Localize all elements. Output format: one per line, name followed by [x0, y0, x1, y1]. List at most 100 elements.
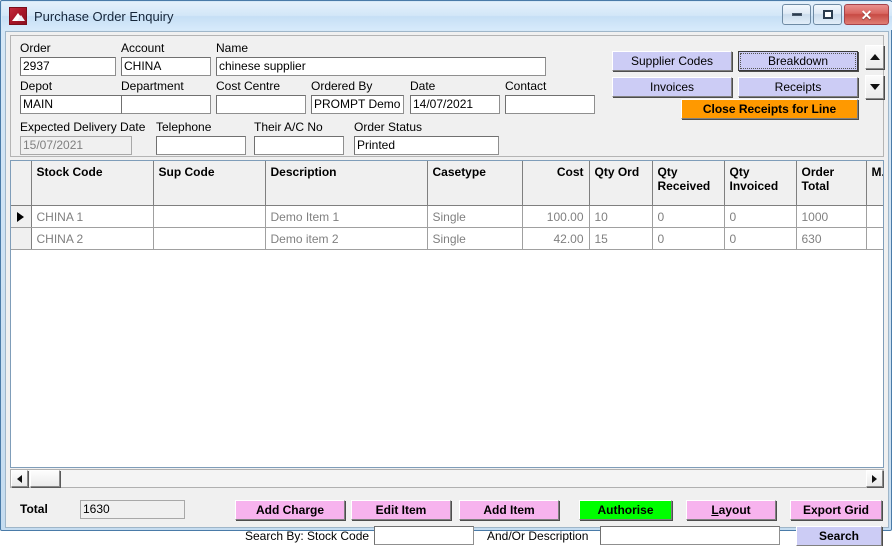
their-ac-no-field[interactable]: [254, 136, 344, 155]
cell-cost: 42.00: [522, 227, 590, 250]
telephone-field[interactable]: [156, 136, 246, 155]
ordered-by-field[interactable]: PROMPT Demo: [311, 95, 404, 114]
total-value-field: 1630: [80, 500, 185, 519]
scrollbar-thumb[interactable]: [30, 470, 60, 487]
row-selector[interactable]: [11, 227, 32, 250]
window-title: Purchase Order Enquiry: [34, 8, 174, 24]
layout-accel: L: [711, 503, 719, 517]
add-charge-button[interactable]: Add Charge: [235, 500, 345, 520]
order-header-panel: Order 2937 Account CHINA Name chinese su…: [10, 35, 884, 157]
scroll-up-button[interactable]: [865, 45, 884, 69]
label-account: Account: [121, 41, 165, 55]
scroll-left-button[interactable]: [11, 470, 28, 487]
grid-horizontal-scrollbar[interactable]: [10, 469, 884, 488]
order-status-field[interactable]: Printed: [354, 136, 499, 155]
invoices-button[interactable]: Invoices: [612, 77, 732, 97]
label-expected-delivery-date: Expected Delivery Date: [20, 120, 146, 134]
cell-qty-invoiced: 0: [724, 227, 797, 250]
breakdown-button-label: Breakdown: [740, 53, 856, 69]
label-ordered-by: Ordered By: [311, 79, 373, 93]
cell-stock-code: CHINA 2: [31, 227, 154, 250]
cell-cost: 100.00: [522, 205, 590, 228]
depot-field[interactable]: MAIN: [20, 95, 125, 114]
add-item-button[interactable]: Add Item: [459, 500, 559, 520]
export-grid-button[interactable]: Export Grid: [790, 500, 882, 520]
grid-col-qty-received[interactable]: Qty Received: [652, 161, 725, 206]
footer-toolbar: Total 1630 Add Charge Edit Item Add Item…: [6, 490, 890, 546]
order-lines-grid[interactable]: Stock Code Sup Code Description Casetype…: [10, 160, 884, 468]
breakdown-button[interactable]: Breakdown: [738, 51, 858, 71]
receipts-button[interactable]: Receipts: [738, 77, 858, 97]
cell-description: Demo Item 1: [265, 205, 428, 228]
scroll-right-button[interactable]: [866, 470, 883, 487]
maximize-icon: [822, 10, 833, 19]
cell-order-total: 1000: [796, 205, 867, 228]
label-name: Name: [216, 41, 249, 55]
date-field[interactable]: 14/07/2021: [410, 95, 500, 114]
search-stock-code-input[interactable]: [374, 526, 474, 545]
cell-sup-code: [153, 227, 266, 250]
contact-field[interactable]: [505, 95, 595, 114]
total-label: Total: [20, 502, 48, 516]
account-field[interactable]: CHINA: [121, 57, 211, 76]
close-icon: ✕: [860, 6, 873, 23]
grid-col-qty-invoiced[interactable]: Qty Invoiced: [724, 161, 797, 206]
grid-col-sup-code[interactable]: Sup Code: [153, 161, 266, 206]
minimize-button[interactable]: [782, 4, 811, 25]
layout-button-label: ayout: [718, 503, 751, 517]
edit-item-button[interactable]: Edit Item: [351, 500, 451, 520]
table-row[interactable]: CHINA 2 Demo item 2 Single 42.00 15 0 0 …: [11, 227, 883, 250]
cell-order-total: 630: [796, 227, 867, 250]
table-row[interactable]: CHINA 1 Demo Item 1 Single 100.00 10 0 0…: [11, 205, 883, 228]
cell-casetype: Single: [427, 227, 523, 250]
grid-col-m[interactable]: M.: [866, 161, 883, 206]
label-contact: Contact: [505, 79, 547, 93]
cell-m: [866, 205, 883, 228]
grid-col-selector: [11, 161, 32, 206]
cell-qty-ord: 15: [589, 227, 653, 250]
label-cost-centre: Cost Centre: [216, 79, 281, 93]
label-date: Date: [410, 79, 436, 93]
search-by-label: Search By: Stock Code: [245, 529, 370, 543]
cell-qty-received: 0: [652, 227, 725, 250]
minimize-icon: [791, 13, 802, 16]
grid-col-stock-code[interactable]: Stock Code: [31, 161, 154, 206]
window-controls: ✕: [782, 4, 889, 25]
application-window: Purchase Order Enquiry ✕ Order 2937 Acco…: [0, 0, 892, 546]
maximize-button[interactable]: [813, 4, 842, 25]
and-or-description-label: And/Or Description: [487, 529, 589, 543]
close-receipts-for-line-button[interactable]: Close Receipts for Line: [681, 99, 858, 119]
cost-centre-field[interactable]: [216, 95, 306, 114]
expected-delivery-date-field[interactable]: 15/07/2021: [20, 136, 132, 155]
triangle-down-icon: [869, 84, 880, 90]
label-department: Department: [121, 79, 184, 93]
mountain-logo-icon: [9, 7, 27, 25]
cell-qty-ord: 10: [589, 205, 653, 228]
order-field[interactable]: 2937: [20, 57, 116, 76]
layout-button[interactable]: Layout: [686, 500, 776, 520]
close-button[interactable]: ✕: [844, 4, 889, 25]
label-telephone: Telephone: [156, 120, 212, 134]
scroll-down-button[interactable]: [865, 75, 884, 99]
cell-qty-received: 0: [652, 205, 725, 228]
client-area: Order 2937 Account CHINA Name chinese su…: [5, 31, 890, 546]
search-button[interactable]: Search: [796, 526, 882, 546]
cell-m: [866, 227, 883, 250]
grid-col-qty-ord[interactable]: Qty Ord: [589, 161, 653, 206]
arrow-left-icon: [17, 474, 22, 483]
row-selector[interactable]: [11, 205, 32, 228]
grid-col-cost[interactable]: Cost: [522, 161, 590, 206]
name-field[interactable]: chinese supplier: [216, 57, 546, 76]
grid-col-description[interactable]: Description: [265, 161, 428, 206]
grid-header-row: Stock Code Sup Code Description Casetype…: [11, 161, 883, 206]
cell-casetype: Single: [427, 205, 523, 228]
supplier-codes-button[interactable]: Supplier Codes: [612, 51, 732, 71]
authorise-button[interactable]: Authorise: [579, 500, 672, 520]
arrow-right-icon: [872, 474, 877, 483]
cell-description: Demo item 2: [265, 227, 428, 250]
grid-col-casetype[interactable]: Casetype: [427, 161, 523, 206]
department-field[interactable]: [121, 95, 211, 114]
title-bar: Purchase Order Enquiry ✕: [2, 2, 892, 30]
grid-col-order-total[interactable]: Order Total: [796, 161, 867, 206]
search-description-input[interactable]: [600, 526, 780, 545]
